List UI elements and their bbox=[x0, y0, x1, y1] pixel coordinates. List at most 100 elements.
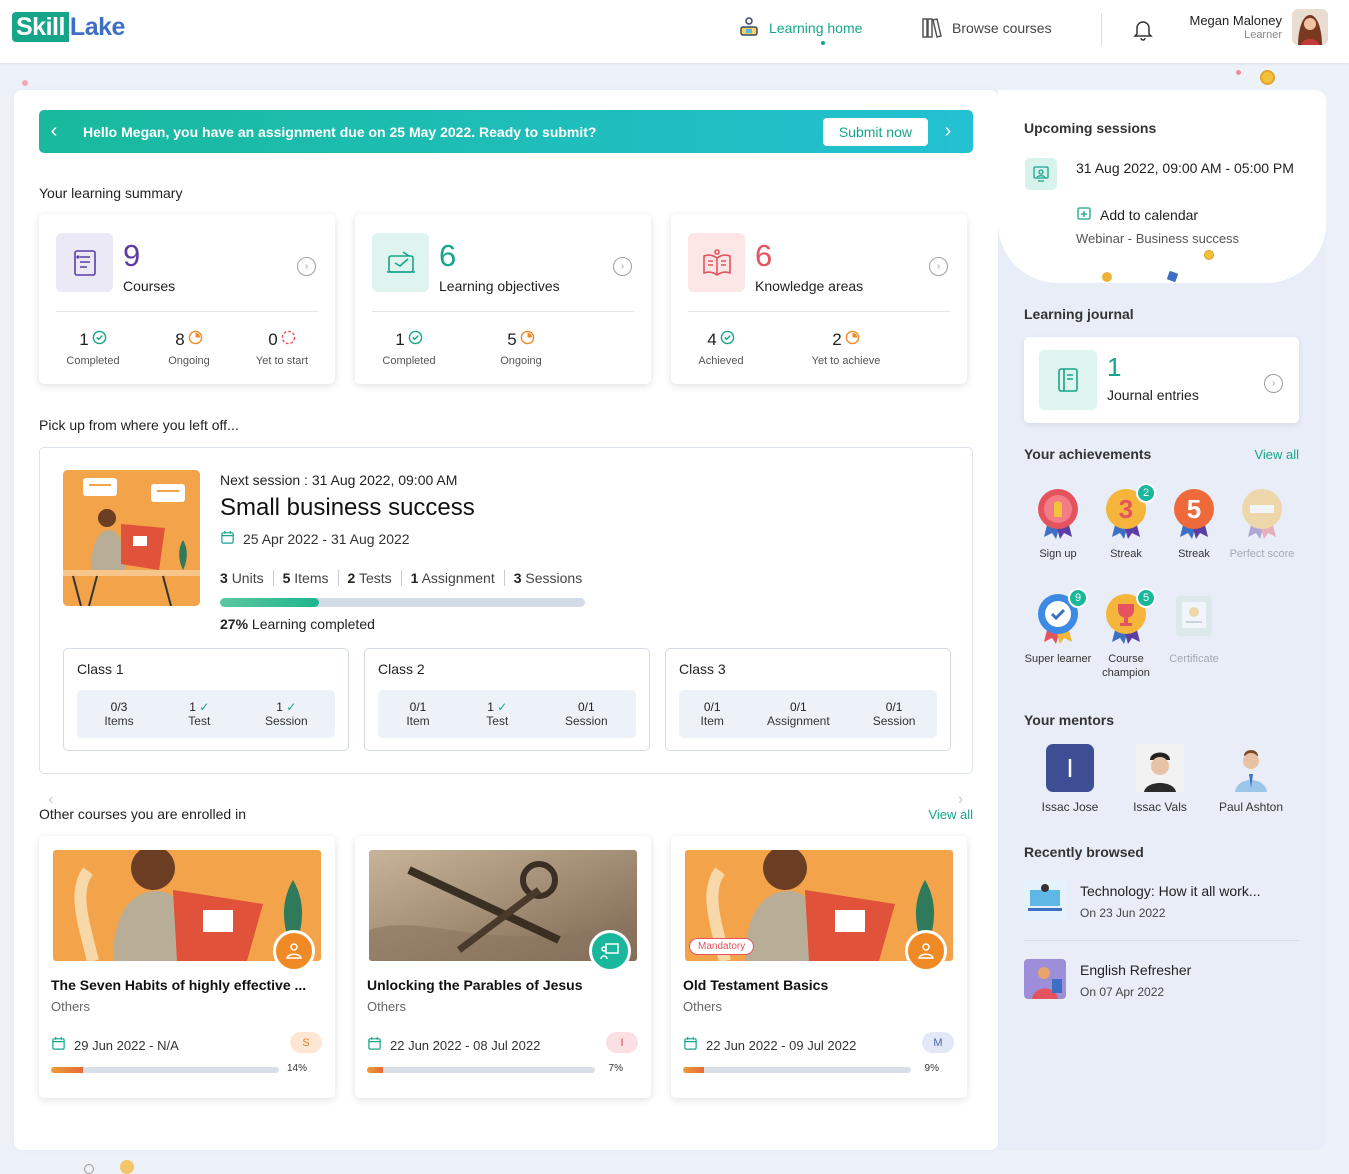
stat-completed: 1 Completed bbox=[61, 330, 125, 367]
achievements-view-all-link[interactable]: View all bbox=[1254, 447, 1299, 462]
mentor-name: Issac Jose bbox=[1041, 800, 1099, 814]
course-card-dates-text: 29 Jun 2022 - N/A bbox=[74, 1037, 179, 1053]
summary-card-objectives[interactable]: 6 Learning objectives › 1 Completed 5 On… bbox=[355, 214, 651, 384]
submit-now-button[interactable]: Submit now bbox=[822, 117, 928, 146]
recent-item[interactable]: Technology: How it all work... On 23 Jun… bbox=[1024, 880, 1304, 924]
mentors-title: Your mentors bbox=[1024, 712, 1114, 728]
mentor-issac-vals[interactable]: Issac Vals bbox=[1120, 744, 1200, 814]
continue-course-card[interactable]: Next session : 31 Aug 2022, 09:00 AM Sma… bbox=[39, 447, 973, 808]
class-stat-value: 0/1 bbox=[789, 700, 807, 714]
learner-badge-icon bbox=[273, 930, 315, 972]
class-card[interactable]: Class 2 0/1 Item 1 ✓ Test 0/1 Session bbox=[364, 648, 650, 751]
right-sidebar: Upcoming sessions 31 Aug 2022, 09:00 AM … bbox=[998, 90, 1326, 1150]
chevron-right-circle-icon[interactable]: › bbox=[297, 257, 316, 276]
mentor-issac-jose[interactable]: I Issac Jose bbox=[1030, 744, 1110, 814]
mentor-avatar bbox=[1136, 744, 1184, 792]
calendar-icon bbox=[683, 1036, 698, 1054]
chevron-left-icon[interactable]: ‹ bbox=[39, 120, 69, 143]
summary-card-knowledge[interactable]: 6 Knowledge areas › 4 Achieved 2 Yet to … bbox=[671, 214, 967, 384]
chevron-right-circle-icon[interactable]: › bbox=[1264, 374, 1283, 393]
course-title[interactable]: Small business success bbox=[220, 494, 591, 522]
check-icon: ✓ bbox=[286, 700, 297, 714]
chevron-right-circle-icon[interactable]: › bbox=[929, 257, 948, 276]
confetti bbox=[22, 80, 28, 86]
class-stat: 1 ✓ Test bbox=[486, 700, 508, 728]
journal-card[interactable]: 1 Journal entries › bbox=[1024, 337, 1299, 423]
courses-label: Courses bbox=[123, 278, 176, 294]
course-type-chip: S bbox=[290, 1032, 322, 1053]
course-card-title[interactable]: Unlocking the Parables of Jesus bbox=[367, 977, 639, 993]
check-icon: ✓ bbox=[497, 700, 508, 714]
logo-text-left: Skill bbox=[12, 12, 69, 42]
class-card[interactable]: Class 3 0/1 Item 0/1 Assignment 0/1 Session bbox=[665, 648, 951, 751]
achievement-super-learner[interactable]: 9 Super learner bbox=[1023, 588, 1093, 666]
objectives-count: 6 bbox=[439, 238, 457, 273]
achievement-streak-5[interactable]: 5 Streak bbox=[1159, 487, 1229, 561]
confetti bbox=[1102, 272, 1112, 282]
recent-item[interactable]: English Refresher On 07 Apr 2022 bbox=[1024, 959, 1304, 1003]
nav-learning-home[interactable]: Learning home bbox=[737, 16, 862, 45]
chevron-right-icon[interactable]: › bbox=[933, 120, 963, 143]
knowledge-book-icon bbox=[688, 233, 745, 292]
mentor-name: Paul Ashton bbox=[1218, 800, 1284, 814]
user-avatar[interactable] bbox=[1292, 9, 1328, 45]
progress-text: 27% Learning completed bbox=[220, 616, 591, 632]
learning-journal-title: Learning journal bbox=[1024, 306, 1134, 322]
class-card[interactable]: Class 1 0/3 Items 1 ✓ Test 1 ✓ Session bbox=[63, 648, 349, 751]
achievement-streak-3[interactable]: 3 2 Streak bbox=[1091, 483, 1161, 561]
add-to-calendar-link[interactable]: Add to calendar bbox=[1076, 205, 1198, 224]
progress-circle-icon bbox=[188, 330, 203, 350]
course-card[interactable]: Unlocking the Parables of Jesus Others 2… bbox=[355, 836, 651, 1098]
course-card-title[interactable]: Old Testament Basics bbox=[683, 977, 955, 993]
stat-yet-to-achieve: 2 Yet to achieve bbox=[799, 330, 893, 367]
svg-text:3: 3 bbox=[1119, 494, 1133, 524]
other-courses-title: Other courses you are enrolled in bbox=[39, 806, 246, 822]
count-label: Items bbox=[294, 570, 329, 586]
summary-card-courses[interactable]: 9 Courses › 1 Completed 8 Ongoing 0 Yet … bbox=[39, 214, 335, 384]
stat-value: 1 bbox=[79, 330, 89, 349]
stat-label: Ongoing bbox=[168, 355, 210, 367]
achievement-label: Perfect score bbox=[1229, 548, 1295, 560]
class-stat-value: 0/1 bbox=[577, 700, 595, 714]
logo-text-right: Lake bbox=[69, 13, 125, 41]
class-stat-value: 1 bbox=[276, 700, 283, 714]
course-thumbnail[interactable] bbox=[63, 470, 200, 606]
nav-browse-courses-label: Browse courses bbox=[952, 20, 1052, 36]
course-card[interactable]: The Seven Habits of highly effective ...… bbox=[39, 836, 335, 1098]
other-courses-view-all-link[interactable]: View all bbox=[928, 807, 973, 822]
course-card-dates: 22 Jun 2022 - 08 Jul 2022 bbox=[367, 1036, 540, 1054]
count-label: Assignment bbox=[421, 570, 495, 586]
knowledge-label: Knowledge areas bbox=[755, 278, 864, 294]
achievement-certificate[interactable]: Certificate bbox=[1159, 592, 1229, 666]
divider bbox=[56, 311, 318, 312]
chevron-right-circle-icon[interactable]: › bbox=[613, 257, 632, 276]
count-units: 3 Units bbox=[220, 570, 274, 586]
count-value: 2 bbox=[347, 570, 356, 586]
course-card[interactable]: Mandatory Old Testament Basics Others 22… bbox=[671, 836, 967, 1098]
class-stat: 0/1 Session bbox=[873, 700, 916, 728]
course-card-title[interactable]: The Seven Habits of highly effective ... bbox=[51, 977, 323, 993]
mentor-avatar: I bbox=[1046, 744, 1094, 792]
achievement-course-champion[interactable]: 5 Course champion bbox=[1091, 588, 1161, 680]
bell-icon[interactable] bbox=[1133, 19, 1153, 44]
course-card-progress-fill bbox=[51, 1067, 83, 1073]
learning-summary-title: Your learning summary bbox=[39, 185, 183, 201]
course-card-progress-bar bbox=[683, 1067, 911, 1073]
achievement-sign-up[interactable]: Sign up bbox=[1023, 487, 1093, 561]
upcoming-sessions-panel: Upcoming sessions 31 Aug 2022, 09:00 AM … bbox=[998, 90, 1326, 283]
achievement-perfect-score[interactable]: Perfect score bbox=[1227, 487, 1297, 561]
nav-browse-courses[interactable]: Browse courses bbox=[920, 16, 1052, 40]
user-info[interactable]: Megan Maloney Learner bbox=[1190, 13, 1283, 41]
calendar-icon bbox=[51, 1036, 66, 1054]
count-items: 5 Items bbox=[274, 570, 339, 586]
count-assignment: 1 Assignment bbox=[402, 570, 505, 586]
confetti bbox=[1204, 250, 1214, 260]
class-stat-value: 0/1 bbox=[409, 700, 427, 714]
recent-item-thumbnail bbox=[1024, 959, 1066, 999]
stat-label: Yet to achieve bbox=[811, 355, 881, 367]
skilllake-logo[interactable]: Skill Lake bbox=[12, 12, 125, 42]
main-content: ‹ Hello Megan, you have an assignment du… bbox=[14, 90, 998, 1150]
mentor-paul-ashton[interactable]: Paul Ashton bbox=[1211, 744, 1291, 814]
course-card-category: Others bbox=[683, 999, 723, 1014]
sign-up-medal-icon bbox=[1034, 487, 1082, 539]
